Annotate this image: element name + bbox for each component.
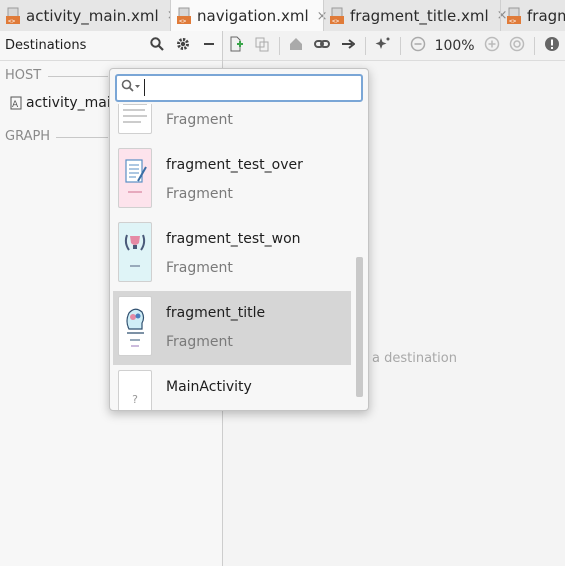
destination-type: Fragment [166, 186, 233, 202]
destination-type: Fragment [166, 112, 233, 128]
tab-label: fragment_title.xml [350, 6, 489, 25]
destination-name: fragment_test_won [166, 231, 301, 247]
zoom-out-icon[interactable] [405, 36, 431, 56]
search-icon [121, 79, 141, 97]
editor-tab-bar: <> activity_main.xml × <> navigation.xml… [0, 0, 565, 32]
tab-label: navigation.xml [197, 7, 309, 25]
toolbar-divider [399, 36, 401, 55]
graph-section-label: GRAPH [5, 129, 51, 144]
list-item[interactable]: fragment_test_over Fragment [113, 143, 351, 217]
search-icon[interactable] [144, 36, 170, 55]
panel-title: Destinations [5, 38, 87, 53]
svg-text:<>: <> [509, 18, 517, 25]
xml-file-icon: <> [177, 7, 193, 25]
tab-activity-main[interactable]: <> activity_main.xml × [0, 0, 178, 31]
arrow-icon[interactable] [335, 37, 361, 55]
fragment-thumbnail-checklist [118, 148, 152, 208]
tab-fragment-title[interactable]: <> fragment_title.xml × [324, 0, 508, 31]
tab-navigation[interactable]: <> navigation.xml × [171, 0, 328, 31]
destination-name: fragment_test_over [166, 157, 303, 173]
xml-file-icon: <> [6, 7, 22, 25]
graph-toolbar: 100% [223, 31, 565, 61]
destinations-header: Destinations [0, 31, 222, 61]
destination-type: Fragment [166, 260, 233, 276]
destination-type: Fragment [166, 334, 233, 350]
list-scrollbar-thumb[interactable] [356, 257, 363, 397]
zoom-fit-icon[interactable] [504, 36, 530, 56]
tab-label: activity_main.xml [26, 6, 159, 25]
fragment-thumbnail-trophy [118, 222, 152, 282]
svg-text:<>: <> [332, 18, 340, 25]
warning-icon[interactable] [539, 36, 565, 56]
toolbar-divider [278, 36, 280, 55]
host-section-label: HOST [5, 68, 42, 83]
text-cursor [144, 79, 145, 96]
list-item[interactable]: fragment_test_won Fragment [113, 217, 351, 291]
host-item-label: activity_main [26, 95, 120, 111]
xml-file-icon: <> [507, 7, 523, 25]
toolbar-divider [534, 36, 536, 55]
list-item-selected[interactable]: fragment_title Fragment [113, 291, 351, 365]
new-destination-icon[interactable] [223, 36, 249, 56]
minimize-icon[interactable] [196, 37, 222, 55]
divider [48, 76, 108, 77]
gear-icon[interactable] [170, 37, 196, 55]
nest-graph-icon[interactable] [249, 36, 275, 56]
divider [56, 137, 108, 138]
unknown-activity-thumbnail: ? [118, 370, 152, 410]
host-item[interactable]: A activity_main [10, 95, 120, 111]
zoom-level: 100% [434, 37, 475, 54]
empty-canvas-hint: a destination [372, 351, 457, 366]
link-icon[interactable] [309, 37, 335, 55]
destination-name: MainActivity [166, 379, 252, 395]
svg-text:<>: <> [8, 18, 16, 25]
toolbar-divider [364, 36, 366, 55]
zoom-in-icon[interactable] [479, 36, 505, 56]
tab-label: fragm [527, 6, 565, 25]
destination-list: Fragment fragment_test_over Fragment fra… [110, 104, 360, 410]
tab-fragment-partial[interactable]: <> fragm [501, 0, 565, 31]
add-destination-popup: Fragment fragment_test_over Fragment fra… [109, 68, 369, 411]
question-mark-icon: ? [132, 393, 138, 406]
fragment-thumbnail-doc [118, 104, 152, 134]
destination-search-field[interactable] [115, 74, 363, 102]
list-item[interactable]: Fragment [113, 104, 351, 143]
home-icon[interactable] [284, 37, 310, 55]
svg-text:<>: <> [179, 18, 187, 25]
auto-arrange-icon[interactable] [370, 36, 396, 56]
xml-file-icon: <> [330, 7, 346, 25]
destination-name: fragment_title [166, 305, 266, 321]
svg-text:A: A [12, 100, 19, 110]
layout-icon: A [10, 96, 22, 110]
fragment-thumbnail-brain [118, 296, 152, 356]
list-item[interactable]: ? MainActivity [113, 365, 351, 410]
